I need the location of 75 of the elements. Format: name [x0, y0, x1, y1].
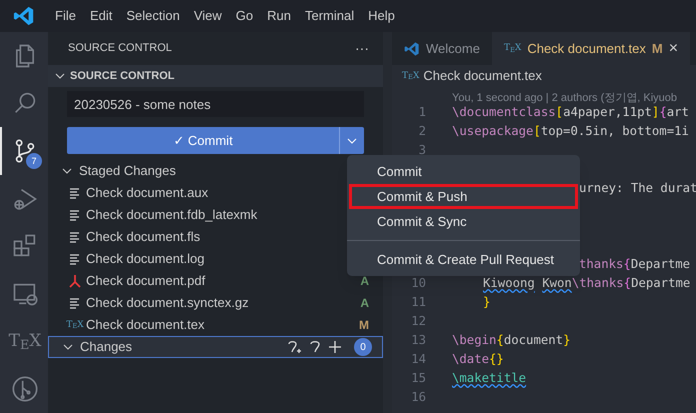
menu-item[interactable]: Commit & Push — [349, 184, 578, 209]
text-file-icon — [69, 297, 81, 309]
file-status: A — [360, 295, 369, 312]
tab-label: Welcome — [426, 40, 480, 58]
file-name[interactable]: Check document.pdf — [86, 271, 206, 291]
file-status: A — [360, 273, 369, 290]
menu-item[interactable]: File — [48, 6, 83, 26]
plus-icon[interactable] — [328, 340, 342, 354]
code-line: \maketitle — [452, 370, 526, 388]
line-number: 15 — [410, 370, 426, 388]
menu-item[interactable]: Go — [228, 6, 260, 26]
count-badge: 0 — [354, 338, 372, 356]
file-status: M — [359, 317, 369, 334]
code-line: } — [483, 294, 490, 312]
tex-icon: T$_{E}$X — [66, 320, 84, 330]
code-line: Kiwoong Kwon\thanks{Departme — [483, 275, 690, 292]
text-file-icon — [69, 187, 81, 199]
tex-icon: T$_{E}$X — [8, 333, 42, 350]
line-number: 13 — [410, 332, 426, 350]
pdf-icon — [68, 274, 82, 288]
file-name[interactable]: Check document.fls — [86, 227, 200, 247]
menu-item[interactable]: Selection — [119, 6, 187, 26]
line-number: 3 — [418, 142, 426, 160]
code-line: \date{} — [452, 351, 504, 368]
menu-item[interactable]: Run — [260, 6, 298, 26]
section-header[interactable]: SOURCE CONTROL — [48, 65, 383, 87]
breadcrumb[interactable]: Check document.tex — [423, 66, 542, 86]
git-graph-icon — [11, 375, 39, 404]
commit-message-field[interactable]: 20230526 - some notes — [67, 91, 364, 117]
line-number: 1 — [418, 104, 426, 122]
code-line: thanks{Departme — [579, 256, 690, 274]
more-actions-button[interactable]: ··· — [355, 38, 369, 59]
editor-tab[interactable]: T$_{E}$X Check document.tex M × — [492, 32, 690, 65]
text-file-icon — [69, 209, 81, 221]
discard-all-icon[interactable] — [286, 339, 302, 355]
text-file-icon — [69, 231, 81, 243]
count-badge: 7 — [26, 153, 42, 170]
changes-header[interactable]: Changes 0 — [48, 336, 383, 358]
code-editor-logo-icon — [404, 40, 420, 56]
group-label: Staged Changes — [79, 162, 176, 180]
file-status: M — [652, 40, 663, 58]
code-editor-logo-icon — [13, 5, 35, 27]
code-line: urney: The durat — [579, 180, 696, 198]
file-name[interactable]: Check document.fdb_latexmk — [86, 205, 258, 225]
menu-item[interactable]: Commit & Create Pull Request — [349, 247, 578, 272]
text-file-icon — [69, 253, 81, 265]
tab-label: Check document.tex — [527, 40, 646, 58]
code-line: \usepackage[top=0.5in, bottom=1i — [452, 123, 689, 140]
line-number: 2 — [418, 123, 426, 140]
section-title: SOURCE CONTROL — [70, 68, 174, 84]
close-button[interactable]: × — [668, 36, 678, 60]
line-number: 10 — [410, 275, 426, 292]
tex-icon: T$_{E}$X — [402, 72, 420, 80]
group-label: Changes — [80, 338, 134, 356]
sidebar-title: SOURCE CONTROL — [68, 41, 172, 56]
file-name[interactable]: Check document.synctex.gz — [86, 293, 249, 313]
blame-annotation: You, 1 second ago | 2 authors (정기엽, Kiyuob — [452, 92, 678, 104]
menu-item[interactable]: Help — [361, 6, 402, 26]
menu-item[interactable]: Commit — [349, 159, 578, 184]
line-number: 12 — [410, 313, 426, 330]
menu-item[interactable]: Edit — [82, 6, 120, 26]
undo-icon[interactable] — [308, 339, 322, 355]
menu-item[interactable]: Terminal — [298, 6, 362, 26]
line-number: 14 — [410, 351, 426, 368]
menu-item[interactable]: View — [186, 6, 229, 26]
line-number: 16 — [410, 389, 426, 406]
file-name[interactable]: Check document.log — [86, 249, 205, 269]
line-number: 11 — [410, 294, 426, 312]
tex-icon: T$_{E}$X — [504, 44, 522, 53]
file-name[interactable]: Check document.aux — [86, 183, 208, 203]
code-line: \documentclass[a4paper,11pt]{art — [452, 104, 689, 122]
file-name[interactable]: Check document.tex — [86, 315, 205, 335]
commit-button[interactable]: ✓ Commit — [67, 127, 339, 154]
menu-item[interactable]: Commit & Sync — [349, 209, 578, 234]
code-line: \begin{document} — [452, 332, 570, 350]
